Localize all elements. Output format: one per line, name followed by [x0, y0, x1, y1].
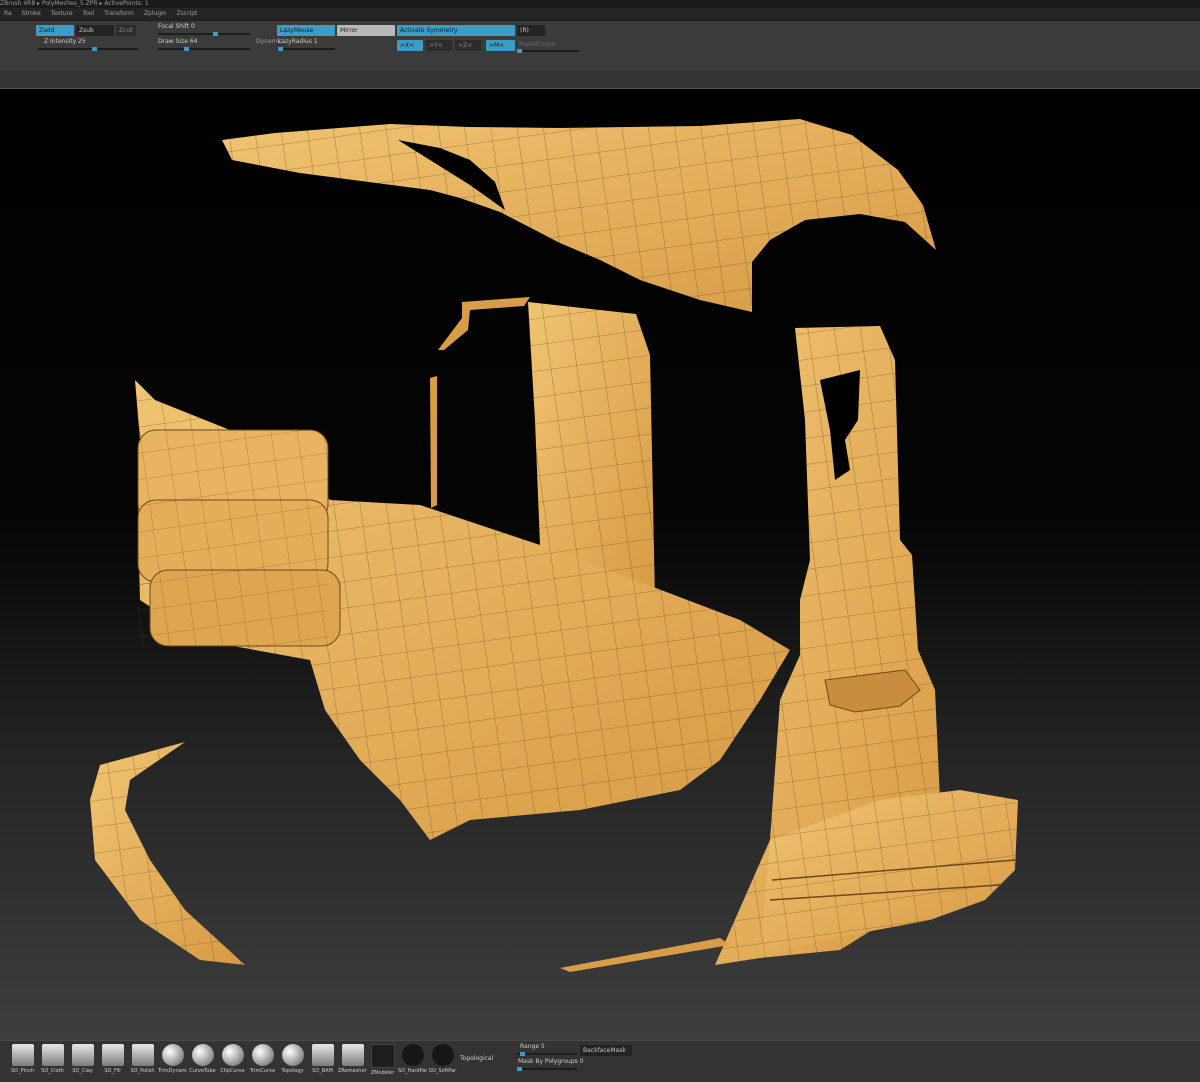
brush-so-pinch[interactable]: SO_Pinch — [8, 1044, 37, 1079]
symmetry-y-button[interactable]: >Y< — [426, 40, 452, 51]
brush-label: TrimDynamic — [158, 1068, 187, 1074]
menu-item[interactable]: Tool — [79, 8, 99, 20]
viewport-canvas[interactable] — [0, 89, 1200, 1040]
cube-icon — [341, 1044, 364, 1066]
activate-symmetry-button[interactable]: Activate Symmetry — [397, 25, 515, 36]
menu-item[interactable]: Zscript — [173, 8, 202, 20]
pen-icon — [401, 1044, 424, 1066]
mesh-top-arch — [222, 119, 936, 312]
menu-item[interactable]: Ra — [0, 8, 16, 20]
pen-icon — [431, 1044, 454, 1066]
symmetry-z-button[interactable]: >Z< — [455, 40, 481, 51]
menu-item[interactable]: Texture — [47, 8, 77, 20]
draw-size-label: Draw Size 64 — [158, 38, 198, 45]
trim-icon — [251, 1044, 274, 1066]
brush-zmodeler[interactable]: ZModeler — [368, 1044, 397, 1079]
plane-icon — [11, 1044, 34, 1066]
focal-shift-slider[interactable] — [158, 32, 250, 36]
brush-label: ClipCurve — [220, 1068, 245, 1074]
top-shelf: Zadd Zsub Zcut Z Intensity 25 Focal Shif… — [0, 21, 1200, 72]
lazymouse-button[interactable]: LazyMouse — [277, 25, 335, 36]
brush-trimdynamic[interactable]: TrimDynamic — [158, 1044, 187, 1079]
plane-icon — [101, 1044, 124, 1066]
mesh-render — [90, 119, 1018, 972]
brush-label: CurveTube — [189, 1068, 216, 1074]
plane-icon — [131, 1044, 154, 1066]
brush-label: ZRemesherG — [338, 1068, 367, 1074]
lazyradius-slider[interactable] — [277, 47, 335, 51]
brush-so-clay[interactable]: SO_Clay — [68, 1044, 97, 1079]
zadd-button[interactable]: Zadd — [36, 25, 74, 36]
mask-by-polygroups-label: Mask By Polygroups 0 — [518, 1058, 584, 1065]
radial-count-label: RadialCount — [519, 41, 556, 48]
brush-zremesherg[interactable]: ZRemesherG — [338, 1044, 367, 1079]
brush-label: SO_SoftPar — [428, 1068, 457, 1074]
menu-item[interactable]: Transform — [100, 8, 138, 20]
mirror-button[interactable]: Mirror — [337, 25, 395, 36]
range-label: Range 5 — [520, 1043, 545, 1050]
backface-mask-button[interactable]: BackfaceMask — [580, 1045, 632, 1056]
brush-trimcurve[interactable]: TrimCurve — [248, 1044, 277, 1079]
brush-label: SO_Pinch — [11, 1068, 34, 1074]
sphere-icon — [161, 1044, 184, 1066]
focal-shift-label: Focal Shift 0 — [158, 23, 195, 30]
topological-toggle[interactable]: Topological — [460, 1055, 493, 1063]
zsub-button[interactable]: Zsub — [76, 25, 114, 36]
menu-item[interactable]: Zplugin — [140, 8, 171, 20]
bam-icon — [311, 1044, 334, 1066]
brush-so-softpar[interactable]: SO_SoftPar — [428, 1044, 457, 1079]
brush-label: SO_HardPar — [398, 1068, 427, 1074]
brush-topology[interactable]: Topology — [278, 1044, 307, 1079]
symmetry-m-button[interactable]: >M< — [486, 40, 515, 51]
brush-clipcurve[interactable]: ClipCurve — [218, 1044, 247, 1079]
brush-label: Topology — [281, 1068, 304, 1074]
menu-bar: Ra Stroke Texture Tool Transform Zplugin… — [0, 8, 1200, 21]
mask-by-polygroups-slider[interactable] — [517, 1067, 577, 1071]
bottom-shelf: SO_Pinch SO_Cloth SO_Clay SO_Fill SO_Pol… — [0, 1040, 1200, 1082]
range-slider[interactable] — [517, 1052, 577, 1056]
tube-icon — [191, 1044, 214, 1066]
brush-so-cloth[interactable]: SO_Cloth — [38, 1044, 67, 1079]
plane-icon — [41, 1044, 64, 1066]
radial-r-button[interactable]: (R) — [517, 25, 545, 36]
mesh-left-hand — [135, 380, 790, 840]
plane-icon — [71, 1044, 94, 1066]
clip-icon — [221, 1044, 244, 1066]
title-text: ZBrush 4R8 ▸ PolyMeshes_5.ZPR ▸ ActivePo… — [0, 0, 149, 7]
zmodeler-icon — [370, 1044, 395, 1068]
brush-so-fill[interactable]: SO_Fill — [98, 1044, 127, 1079]
z-intensity-slider[interactable] — [38, 47, 138, 51]
brush-label: SO_Polish — [130, 1068, 155, 1074]
zcut-button[interactable]: Zcut — [116, 25, 136, 36]
brush-curvetube[interactable]: CurveTube — [188, 1044, 217, 1079]
brush-label: ZModeler — [370, 1070, 395, 1076]
z-intensity-label: Z Intensity 25 — [44, 38, 86, 45]
radial-count-slider[interactable] — [517, 49, 579, 53]
title-bar: ZBrush 4R8 ▸ PolyMeshes_5.ZPR ▸ ActivePo… — [0, 0, 1200, 8]
lazyradius-label: LazyRadius 1 — [278, 38, 318, 45]
draw-size-slider[interactable] — [158, 47, 250, 51]
brush-label: SO_BAM — [312, 1068, 333, 1074]
topology-icon — [281, 1044, 304, 1066]
shelf-divider — [0, 71, 1200, 89]
brush-so-hardpar[interactable]: SO_HardPar — [398, 1044, 427, 1079]
brush-label: TrimCurve — [249, 1068, 276, 1074]
brush-so-polish[interactable]: SO_Polish — [128, 1044, 157, 1079]
symmetry-x-button[interactable]: >X< — [397, 40, 423, 51]
brush-label: SO_Cloth — [41, 1068, 64, 1074]
brush-so-bam[interactable]: SO_BAM — [308, 1044, 337, 1079]
menu-item[interactable]: Stroke — [18, 8, 45, 20]
brush-label: SO_Clay — [72, 1068, 93, 1074]
brush-label: SO_Fill — [104, 1068, 121, 1074]
